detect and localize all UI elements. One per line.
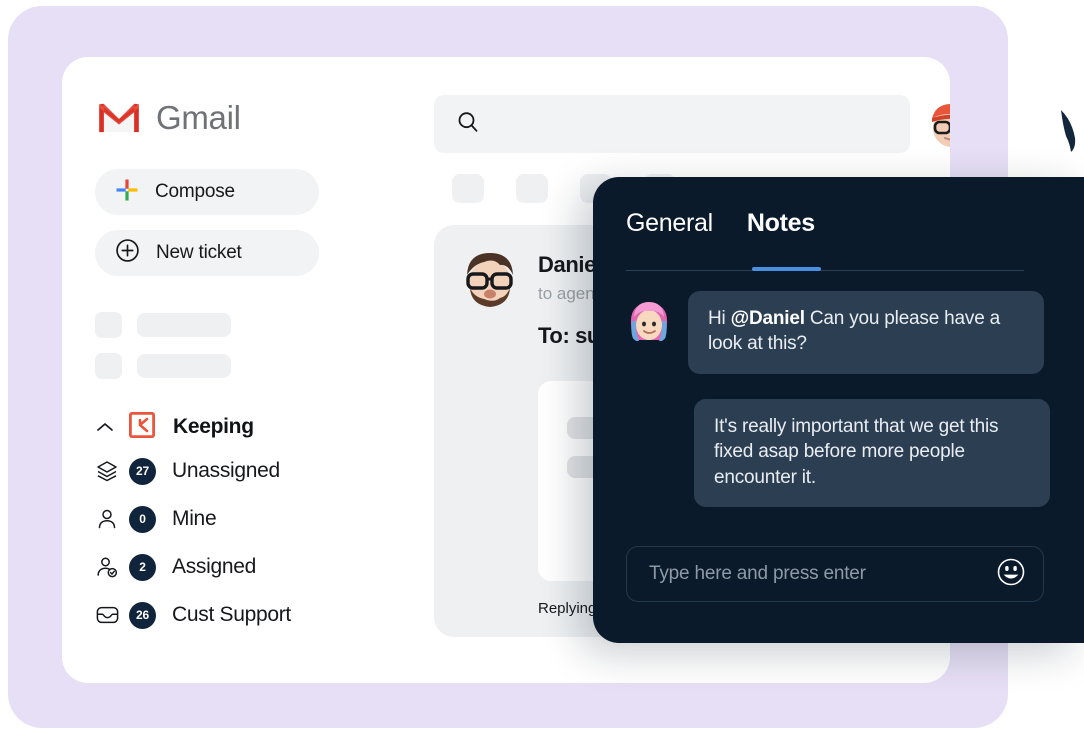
new-ticket-button[interactable]: New ticket xyxy=(95,230,319,276)
note-composer-input[interactable]: Type here and press enter xyxy=(626,546,1044,602)
new-ticket-label: New ticket xyxy=(156,242,242,263)
search-icon xyxy=(456,110,480,139)
note-bubble: Hi @Daniel Can you please have a look at… xyxy=(688,291,1044,374)
brand-name: Gmail xyxy=(156,99,241,136)
gmail-logo-icon xyxy=(96,101,142,135)
placeholder-bar xyxy=(137,354,231,378)
avatar xyxy=(456,245,524,313)
tab-notes[interactable]: Notes xyxy=(747,209,815,258)
unassigned-label: Unassigned xyxy=(172,459,280,482)
person-icon xyxy=(95,507,125,531)
search-input[interactable] xyxy=(434,95,910,153)
unassigned-count-badge: 27 xyxy=(129,457,156,485)
sidebar-item-cust-support[interactable]: 26 Cust Support xyxy=(95,591,345,639)
assigned-label: Assigned xyxy=(172,555,256,578)
sidebar-item-assigned[interactable]: 2 Assigned xyxy=(95,543,345,591)
sidebar-item-unassigned[interactable]: 27 Unassigned xyxy=(95,447,345,495)
keeping-section-header[interactable]: Keeping xyxy=(95,407,345,447)
placeholder-icon xyxy=(95,312,122,338)
avatar xyxy=(626,299,672,345)
google-plus-icon xyxy=(115,178,139,207)
screenshot-stage: Gmail Compose New ticket Keeping 27 Unas… xyxy=(0,0,1084,734)
tabs-divider xyxy=(626,270,1024,271)
note-text-prefix: Hi xyxy=(708,308,731,329)
layers-icon xyxy=(95,459,125,483)
notes-panel-tabs: General Notes xyxy=(626,209,815,258)
placeholder-icon xyxy=(95,353,122,379)
note-message: It's really important that we get this f… xyxy=(694,399,1050,507)
note-bubble: It's really important that we get this f… xyxy=(694,399,1050,507)
sidebar-item-mine[interactable]: 0 Mine xyxy=(95,495,345,543)
inbox-icon xyxy=(95,603,125,627)
compose-button[interactable]: Compose xyxy=(95,169,319,215)
note-message: Hi @Daniel Can you please have a look at… xyxy=(626,291,1044,374)
sidebar-placeholder-row xyxy=(95,353,231,379)
toolbar-button-placeholder[interactable] xyxy=(452,174,484,203)
brand: Gmail xyxy=(96,99,241,137)
assigned-count-badge: 2 xyxy=(129,553,156,581)
mine-count-badge: 0 xyxy=(129,505,156,533)
note-composer-placeholder: Type here and press enter xyxy=(649,563,866,584)
notes-panel: General Notes Hi @Daniel Can you please … xyxy=(593,177,1084,643)
sidebar: Gmail Compose New ticket Keeping 27 Unas… xyxy=(62,57,362,683)
smiley-face-icon[interactable] xyxy=(996,557,1026,592)
avatar[interactable] xyxy=(924,97,950,151)
cust-support-count-badge: 26 xyxy=(129,601,156,629)
chevron-up-icon[interactable] xyxy=(95,421,115,433)
sidebar-placeholder-row xyxy=(95,312,231,338)
keeping-logo-icon xyxy=(128,411,156,443)
placeholder-bar xyxy=(137,313,231,337)
tab-general[interactable]: General xyxy=(626,209,713,258)
keeping-nav: Keeping 27 Unassigned 0 Mine 2 Assigned … xyxy=(95,407,345,639)
cust-support-label: Cust Support xyxy=(172,603,291,626)
active-tab-indicator xyxy=(752,267,821,271)
cursor-decoration-icon xyxy=(1058,108,1080,154)
keeping-label: Keeping xyxy=(173,415,254,438)
circle-plus-icon xyxy=(115,238,140,268)
person-check-icon xyxy=(95,555,125,579)
toolbar-button-placeholder[interactable] xyxy=(516,174,548,203)
mine-label: Mine xyxy=(172,507,217,530)
compose-label: Compose xyxy=(155,181,235,202)
note-mention[interactable]: @Daniel xyxy=(731,308,805,329)
